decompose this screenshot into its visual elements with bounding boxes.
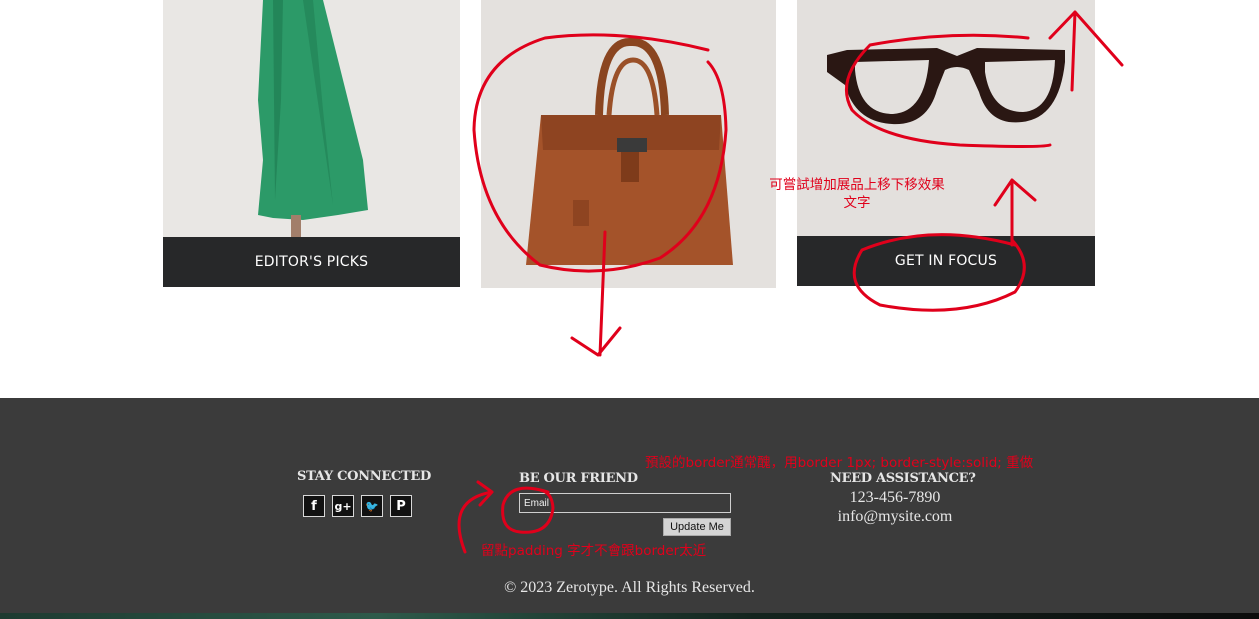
newsletter-email-input[interactable]	[519, 493, 731, 513]
copyright-text: © 2023 Zerotype. All Rights Reserved.	[504, 579, 755, 596]
contact-email[interactable]: info@mysite.com	[820, 508, 970, 526]
be-our-friend-heading: BE OUR FRIEND	[519, 471, 638, 486]
need-assistance-heading: NEED ASSISTANCE?	[830, 471, 976, 486]
annotation-hover-effect: 可嘗試增加展品上移下移效果 文字	[752, 176, 962, 212]
social-links: f g+ 🐦 P	[303, 495, 412, 517]
twitter-icon[interactable]: 🐦	[361, 495, 383, 517]
google-plus-icon[interactable]: g+	[332, 495, 354, 517]
get-in-focus-label[interactable]: GET IN FOCUS	[797, 236, 1095, 286]
handbag-image	[481, 0, 776, 288]
annotation-padding: 留點padding 字才不會跟border太近	[481, 543, 707, 559]
footer-bottom-strip	[0, 613, 1259, 619]
product-card-editors-picks[interactable]: EDITOR'S PICKS	[163, 0, 460, 287]
product-card-handbag[interactable]	[481, 0, 776, 288]
annotation-line-1: 可嘗試增加展品上移下移效果	[769, 177, 945, 193]
site-footer: STAY CONNECTED f g+ 🐦 P BE OUR FRIEND Up…	[0, 398, 1259, 619]
facebook-icon[interactable]: f	[303, 495, 325, 517]
annotation-border: 預設的border通常醜，用border 1px; border-style:s…	[645, 455, 1034, 471]
update-me-button[interactable]: Update Me	[663, 518, 731, 536]
contact-phone: 123-456-7890	[849, 489, 941, 506]
annotation-line-2: 文字	[843, 195, 871, 211]
product-card-get-in-focus[interactable]: GET IN FOCUS	[797, 0, 1095, 286]
stay-connected-heading: STAY CONNECTED	[297, 469, 431, 484]
pinterest-icon[interactable]: P	[390, 495, 412, 517]
editors-picks-label[interactable]: EDITOR'S PICKS	[163, 237, 460, 287]
